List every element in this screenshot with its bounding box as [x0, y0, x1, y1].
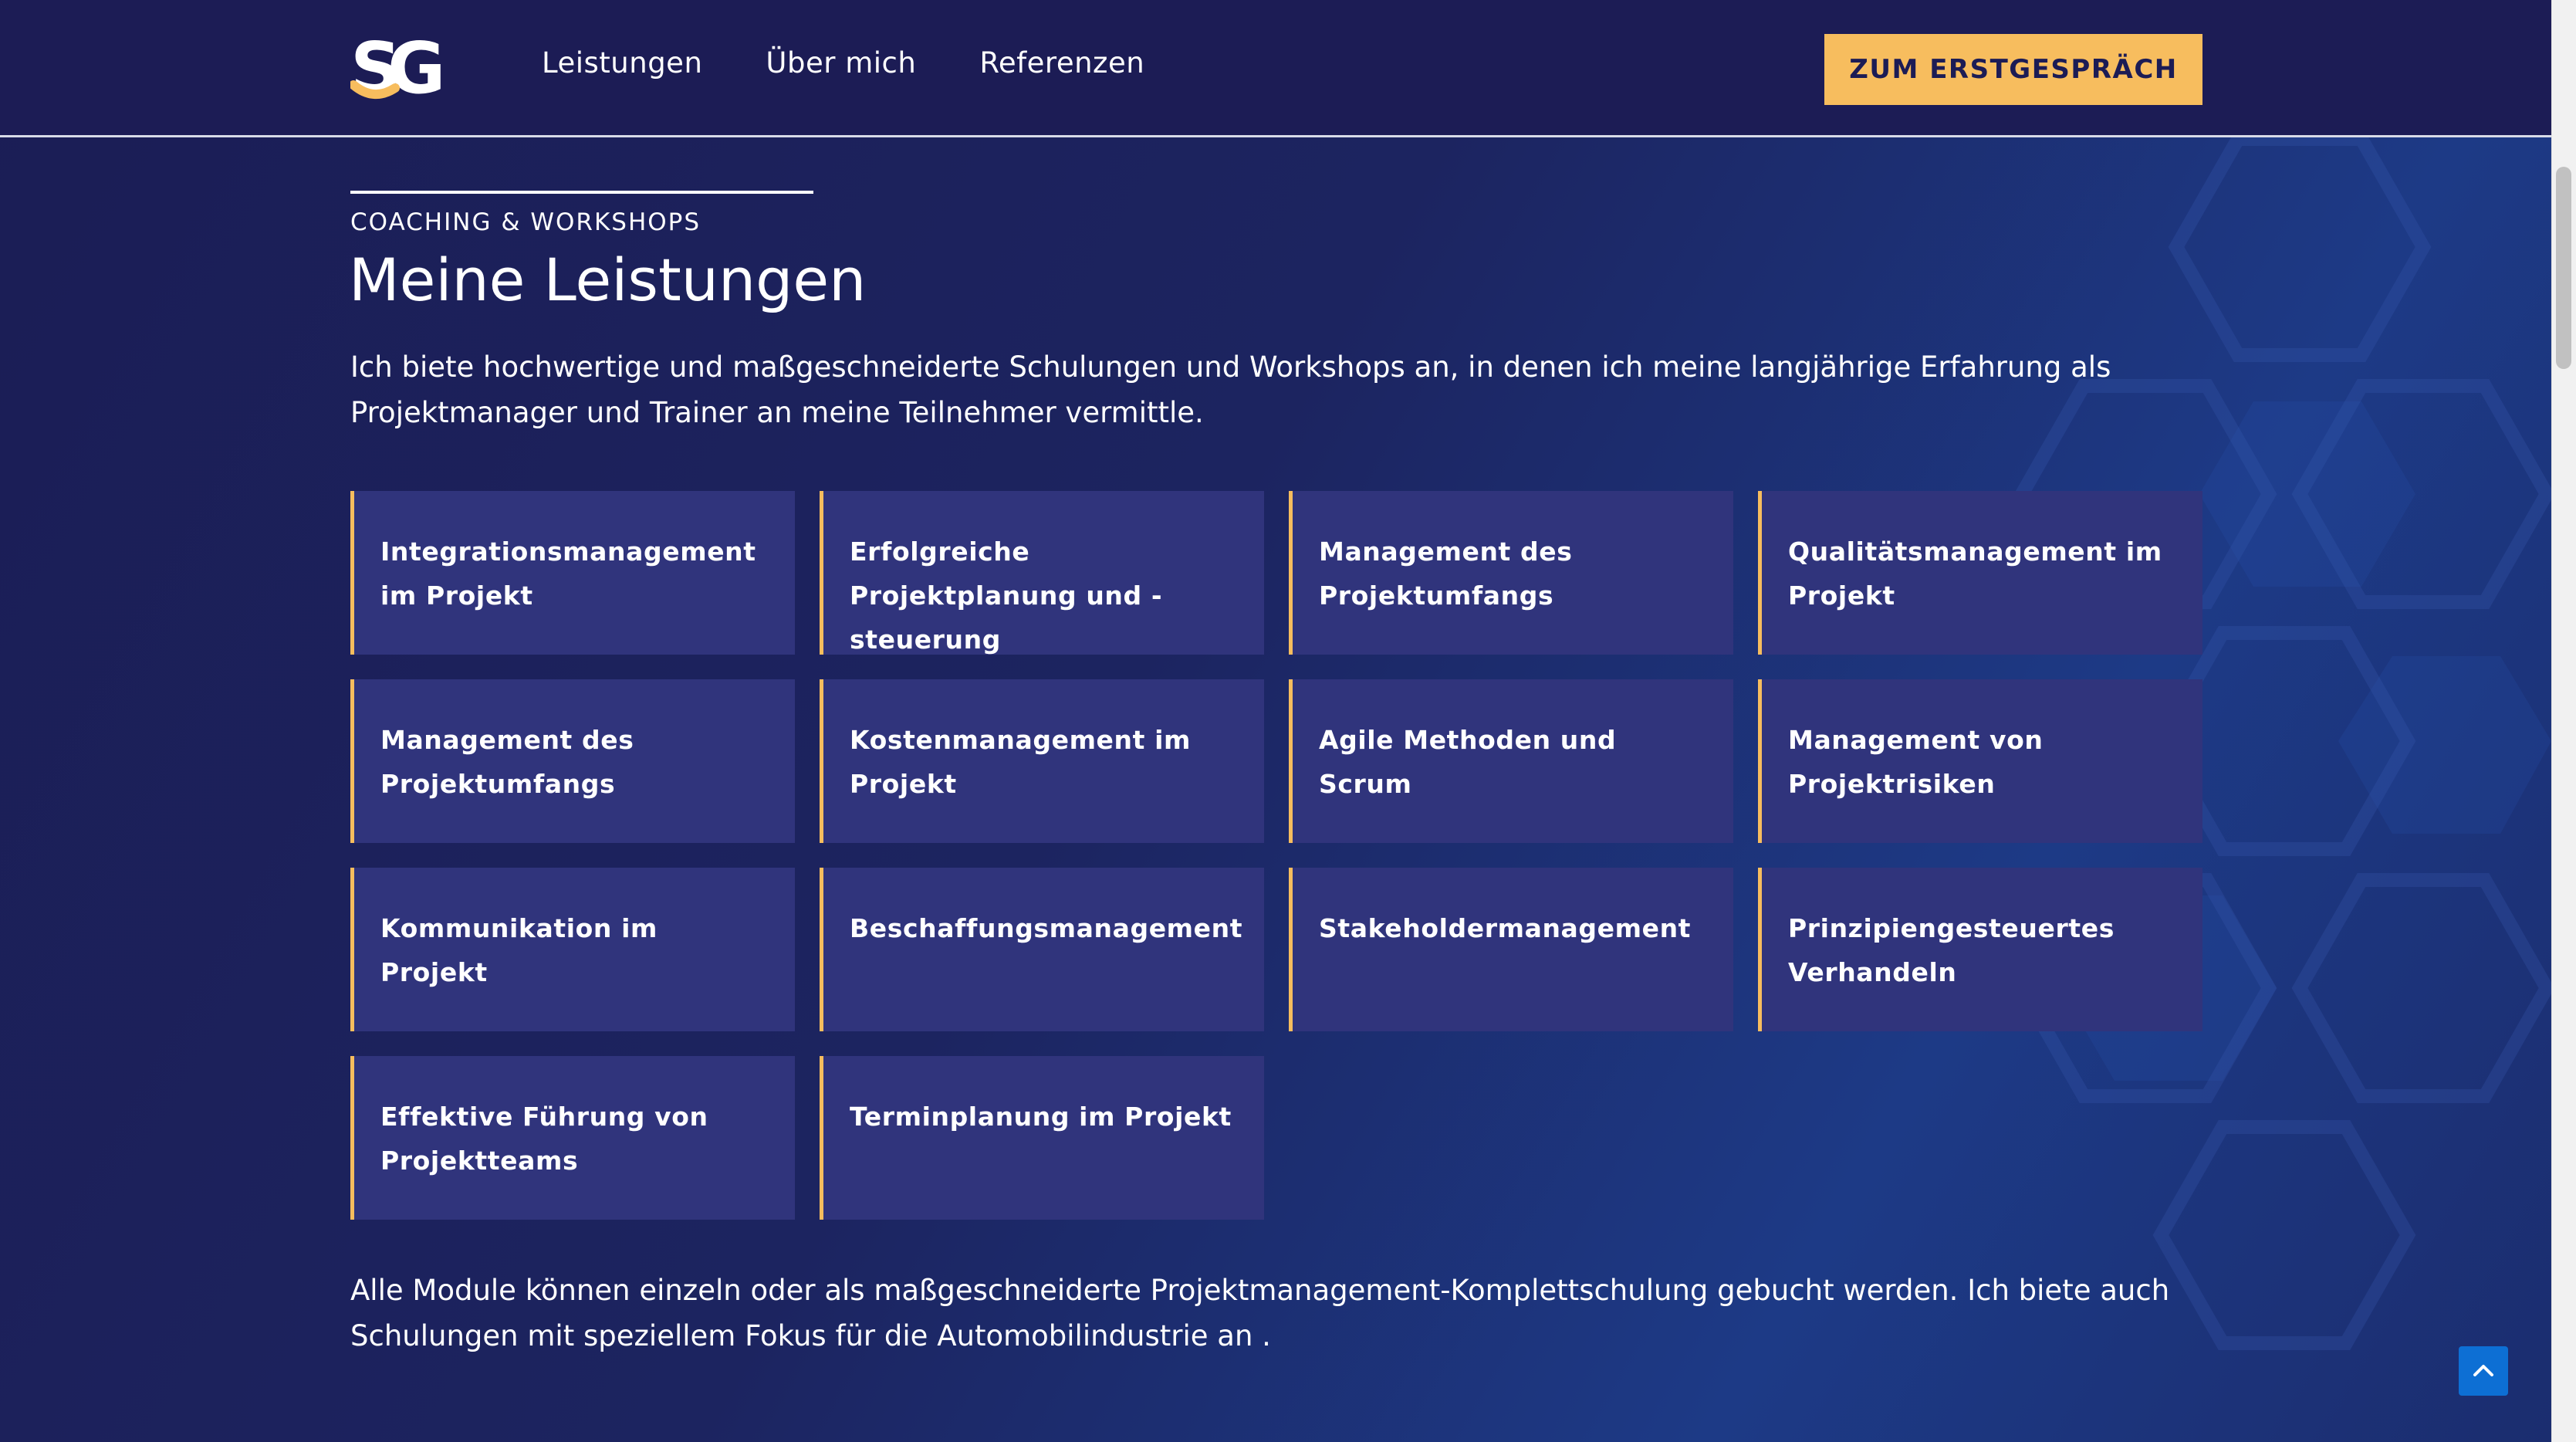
service-card[interactable]: Integrationsmanagement im Projekt	[350, 491, 795, 655]
erstgespraech-button[interactable]: ZUM ERSTGESPRÄCH	[1824, 34, 2202, 105]
service-card[interactable]: Erfolgreiche Projektplanung und -steueru…	[820, 491, 1264, 655]
service-card[interactable]: Beschaffungsmanagement	[820, 868, 1264, 1031]
service-card[interactable]: Effektive Führung von Projektteams	[350, 1056, 795, 1220]
svg-text:G: G	[387, 31, 446, 105]
scrollbar-thumb[interactable]	[2556, 167, 2571, 369]
nav-leistungen[interactable]: Leistungen	[542, 46, 702, 80]
service-card[interactable]: Qualitätsmanagement im Projekt	[1758, 491, 2202, 655]
service-card[interactable]: Agile Methoden und Scrum	[1289, 679, 1733, 843]
service-card[interactable]: Prinzipiengesteuertes Verhandeln	[1758, 868, 2202, 1031]
section-intro: Ich biete hochwertige und maßgeschneider…	[350, 350, 2111, 429]
eyebrow-divider	[350, 191, 813, 194]
service-card[interactable]: Stakeholdermanagement	[1289, 868, 1733, 1031]
service-card[interactable]: Management des Projektumfangs	[1289, 491, 1733, 655]
services-grid: Integrationsmanagement im Projekt Erfolg…	[350, 491, 2202, 1220]
service-card[interactable]: Terminplanung im Projekt	[820, 1056, 1264, 1220]
section-eyebrow: COACHING & WORKSHOPS	[350, 208, 701, 236]
section-title: Meine Leistungen	[349, 245, 867, 314]
service-card[interactable]: Management von Projektrisiken	[1758, 679, 2202, 843]
chevron-up-icon	[2473, 1365, 2493, 1376]
back-to-top-button[interactable]	[2459, 1346, 2508, 1396]
nav-ueber-mich[interactable]: Über mich	[766, 46, 916, 80]
service-card[interactable]: Management des Projektumfangs	[350, 679, 795, 843]
site-header: S G Leistungen Über mich Referenzen ZUM …	[0, 0, 2551, 137]
main-nav: Leistungen Über mich Referenzen	[542, 46, 1144, 80]
service-card[interactable]: Kommunikation im Projekt	[350, 868, 795, 1031]
sg-logo[interactable]: S G	[350, 31, 452, 105]
section-outro: Alle Module können einzeln oder als maßg…	[350, 1274, 2170, 1352]
service-card[interactable]: Kostenmanagement im Projekt	[820, 679, 1264, 843]
nav-referenzen[interactable]: Referenzen	[979, 46, 1144, 80]
